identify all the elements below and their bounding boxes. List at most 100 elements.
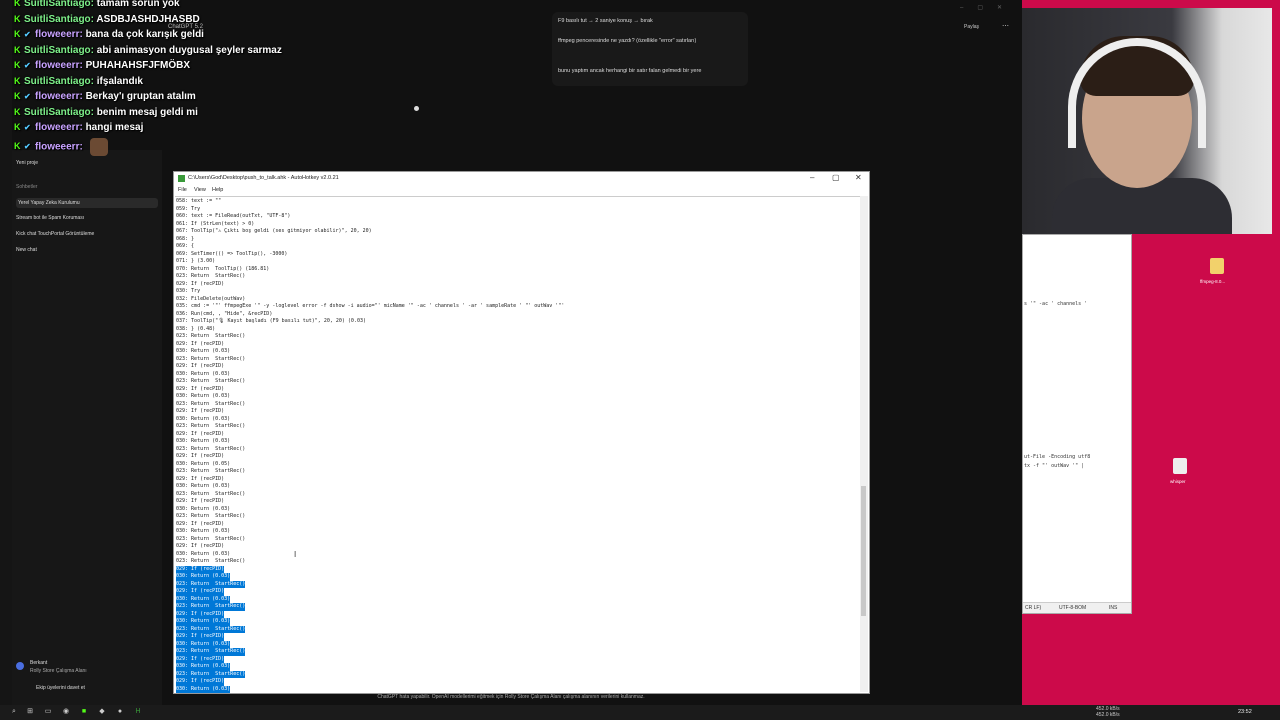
ahk-line[interactable]: 023: Return StartRec(): [176, 491, 245, 499]
ahk-line[interactable]: 023: Return StartRec(): [176, 333, 245, 341]
app-icon[interactable]: ●: [116, 708, 124, 716]
start-icon[interactable]: ⊞: [26, 708, 34, 716]
ahk-line[interactable]: 030: Return (0.03): [176, 483, 230, 491]
sidebar-item-spam[interactable]: Stream bot ile Spam Koruması: [16, 215, 84, 221]
ahk-line[interactable]: 030: Return (0.03): [176, 348, 230, 356]
sidebar-item-kick-chat[interactable]: Kick chat TouchPortal Görüntüleme: [16, 231, 94, 237]
ahk-line[interactable]: 029: If (recPID): [176, 543, 224, 551]
ahk-line[interactable]: 023: Return StartRec(): [176, 468, 245, 476]
sidebar-item-new-chat[interactable]: New chat: [16, 247, 37, 253]
share-button[interactable]: Paylaş: [964, 24, 979, 30]
ahk-line[interactable]: 029: If (recPID): [176, 431, 224, 439]
ahk-line[interactable]: 029: If (recPID): [176, 281, 224, 289]
ahk-line[interactable]: 071: } (3.00): [176, 258, 215, 266]
ahk-line[interactable]: 029: If (recPID): [176, 408, 224, 416]
more-options-icon[interactable]: ⋯: [1002, 22, 1009, 30]
ahk-line[interactable]: 038: } (0.48): [176, 326, 215, 334]
ahk-line[interactable]: 023: Return StartRec(): [176, 558, 245, 566]
ahk-line[interactable]: 023: Return StartRec(): [176, 423, 245, 431]
scroll-thumb[interactable]: [861, 486, 866, 616]
ahk-line[interactable]: 059: Try: [176, 206, 200, 214]
ahk-line[interactable]: 029: If (recPID): [176, 476, 224, 484]
ahk-line[interactable]: 067: ToolTip("⚠ Çıktı boş geldi (ses git…: [176, 228, 372, 236]
ahk-line[interactable]: 029: If (recPID): [176, 453, 224, 461]
ahk-line[interactable]: 023: Return StartRec(): [176, 670, 246, 678]
ahk-line[interactable]: 068: }: [176, 236, 194, 244]
ahk-line[interactable]: 023: Return StartRec(): [176, 273, 245, 281]
ahk-line[interactable]: 023: Return StartRec(): [176, 356, 245, 364]
ahk-title: C:\Users\God\Desktop\push_to_talk.ahk - …: [188, 175, 339, 181]
ahk-line[interactable]: 069: SetTimer(() => ToolTip(), -3000): [176, 251, 287, 259]
ahk-line[interactable]: 030: Return (0.05): [176, 461, 230, 469]
sidebar-item-local-ai[interactable]: Yerel Yapay Zeka Kurulumu: [16, 198, 158, 208]
maximize-icon[interactable]: ▢: [832, 173, 840, 182]
ahk-line[interactable]: 030: Return (0.03): [176, 663, 231, 671]
file-icon[interactable]: [1173, 458, 1187, 474]
ahk-line[interactable]: 030: Return (0.03): [176, 573, 231, 581]
ahk-line[interactable]: 030: Return (0.03): [176, 506, 230, 514]
app-icon[interactable]: ■: [80, 708, 88, 716]
ahk-line[interactable]: 029: If (recPID): [176, 565, 225, 573]
menu-file[interactable]: File: [178, 187, 187, 193]
ahk-line[interactable]: 023: Return StartRec(): [176, 648, 246, 656]
ahk-line[interactable]: 036: Run(cmd, , "Hide", &recPID): [176, 311, 272, 319]
ahk-lines-view[interactable]: 058: text := "" 059: Try 060: text := File…: [175, 196, 862, 693]
ahk-line[interactable]: 070: Return ToolTip() (186.81): [176, 266, 269, 274]
ahk-line[interactable]: 023: Return StartRec(): [176, 625, 246, 633]
close-icon[interactable]: ✕: [855, 173, 862, 182]
folder-icon[interactable]: ▭: [44, 708, 52, 716]
ahk-line[interactable]: 030: Try: [176, 288, 200, 296]
ahk-titlebar: C:\Users\God\Desktop\push_to_talk.ahk - …: [174, 172, 869, 185]
ahk-line[interactable]: 029: If (recPID): [176, 610, 225, 618]
search-icon[interactable]: ⌕: [10, 708, 18, 716]
ahk-line[interactable]: 030: Return (0.03): [176, 371, 230, 379]
ahk-line[interactable]: 029: If (recPID): [176, 521, 224, 529]
ahk-line[interactable]: 023: Return StartRec(): [176, 401, 245, 409]
ahk-line[interactable]: 023: Return StartRec(): [176, 446, 245, 454]
ahk-line[interactable]: 060: text := FileRead(outTxt, "UTF-8"): [176, 213, 290, 221]
ahk-line[interactable]: 030: Return (0.03): [176, 685, 231, 693]
ahk-line[interactable]: 058: text := "": [176, 198, 221, 206]
desktop-icon-label[interactable]: ffmpeg-8.0...: [1200, 279, 1225, 284]
desktop-icon-label[interactable]: whisper: [1170, 479, 1186, 484]
ahk-line[interactable]: 030: Return (0.03): [176, 551, 230, 559]
ahk-line[interactable]: 029: If (recPID): [176, 363, 224, 371]
ahk-line[interactable]: 037: ToolTip("🎙 Kayıt başladı (F9 basılı…: [176, 318, 366, 326]
ahk-line[interactable]: 029: If (recPID): [176, 655, 225, 663]
ahk-line[interactable]: 023: Return StartRec(): [176, 580, 246, 588]
invite-button[interactable]: Ekip üyelerini davet et: [36, 685, 85, 691]
app-icon[interactable]: ◆: [98, 708, 106, 716]
menu-help[interactable]: Help: [212, 187, 223, 193]
ahk-line[interactable]: 029: If (recPID): [176, 678, 225, 686]
window-controls[interactable]: –▢✕: [960, 4, 1016, 11]
ahk-line[interactable]: 029: If (recPID): [176, 588, 225, 596]
ahk-line[interactable]: 030: Return (0.03): [176, 640, 231, 648]
ahk-line[interactable]: 029: If (recPID): [176, 498, 224, 506]
ahk-line[interactable]: 023: Return StartRec(): [176, 603, 246, 611]
ahk-line[interactable]: 029: If (recPID): [176, 386, 224, 394]
ahk-line[interactable]: 029: If (recPID): [176, 633, 225, 641]
ahk-line[interactable]: 023: Return StartRec(): [176, 536, 245, 544]
ahk-line[interactable]: 030: Return (0.03): [176, 438, 230, 446]
ahk-line[interactable]: 061: If (StrLen(text) > 0): [176, 221, 254, 229]
ahk-line[interactable]: 069: {: [176, 243, 194, 251]
ahk-scrollbar[interactable]: [860, 196, 868, 692]
ahk-line[interactable]: 030: Return (0.03): [176, 595, 231, 603]
ahk-line[interactable]: 032: FileDelete(outWav): [176, 296, 245, 304]
ahk-line[interactable]: 029: If (recPID): [176, 341, 224, 349]
gpt-message-1: F9 basılı tut → 2 saniye konuş → bırak: [558, 18, 653, 24]
ahk-line[interactable]: 035: cmd := '"' ffmpegExe '" -y -logleve…: [176, 303, 564, 311]
ahk-line[interactable]: 030: Return (0.03): [176, 393, 230, 401]
ahk-line[interactable]: 030: Return (0.03): [176, 618, 231, 626]
clock[interactable]: 23:52: [1238, 709, 1252, 715]
ahk-line[interactable]: 023: Return StartRec(): [176, 378, 245, 386]
ahk-icon[interactable]: H: [134, 708, 142, 716]
minimize-icon[interactable]: –: [810, 173, 814, 182]
browser-icon[interactable]: ◉: [62, 708, 70, 716]
menu-view[interactable]: View: [194, 187, 206, 193]
folder-icon[interactable]: [1210, 258, 1224, 274]
sidebar-new-project[interactable]: Yeni proje: [16, 160, 38, 166]
ahk-line[interactable]: 030: Return (0.03): [176, 528, 230, 536]
ahk-line[interactable]: 023: Return StartRec(): [176, 513, 245, 521]
ahk-line[interactable]: 030: Return (0.03): [176, 416, 230, 424]
